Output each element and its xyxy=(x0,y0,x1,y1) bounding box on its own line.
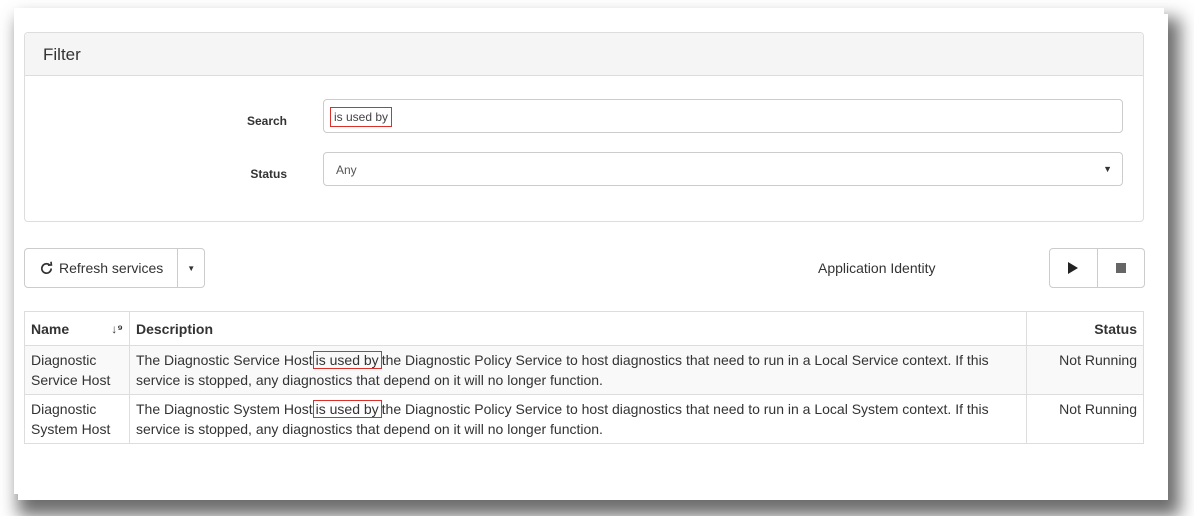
services-table: Name ↓⁹ Description Status Diagnostic Se… xyxy=(24,311,1144,444)
refresh-services-label: Refresh services xyxy=(59,260,164,276)
table-header-row: Name ↓⁹ Description Status xyxy=(24,311,1144,346)
stop-button[interactable] xyxy=(1098,249,1145,287)
filter-panel: Filter Search is used by Status Any ▼ xyxy=(24,32,1144,222)
search-label: Search xyxy=(246,114,287,128)
stop-icon xyxy=(1115,263,1126,273)
description-text: The Diagnostic System Host xyxy=(136,401,313,417)
caret-down-icon: ▼ xyxy=(187,263,196,273)
service-name-cell: Diagnostic System Host xyxy=(24,394,130,444)
service-status-cell: Not Running xyxy=(1026,394,1144,444)
search-value: is used by xyxy=(330,107,393,127)
application-identity-label: Application Identity xyxy=(818,260,936,276)
play-icon xyxy=(1068,262,1079,274)
search-match-highlight: is used by xyxy=(312,400,382,418)
description-column-header[interactable]: Description xyxy=(129,311,1027,346)
status-selected-value: Any xyxy=(336,163,357,177)
refresh-services-button[interactable]: Refresh services xyxy=(25,249,179,287)
status-label: Status xyxy=(250,167,287,181)
name-header-label: Name xyxy=(31,321,70,337)
search-input[interactable]: is used by xyxy=(323,99,1123,133)
service-description-cell: The Diagnostic Service Host is used by the… xyxy=(129,345,1027,395)
service-status-cell: Not Running xyxy=(1026,345,1144,395)
search-match-highlight: is used by xyxy=(312,351,382,369)
status-select[interactable]: Any ▼ xyxy=(323,152,1123,186)
refresh-dropdown-toggle[interactable]: ▼ xyxy=(178,249,204,287)
table-row[interactable]: Diagnostic Service Host The Diagnostic S… xyxy=(24,345,1144,395)
name-column-header[interactable]: Name ↓⁹ xyxy=(24,311,130,346)
refresh-icon xyxy=(39,261,54,276)
services-window: Filter Search is used by Status Any ▼ Re… xyxy=(14,8,1164,494)
description-text: The Diagnostic Service Host xyxy=(136,352,313,368)
service-name-cell: Diagnostic Service Host xyxy=(24,345,130,395)
start-button[interactable] xyxy=(1050,249,1098,287)
table-row[interactable]: Diagnostic System Host The Diagnostic Sy… xyxy=(24,394,1144,444)
service-description-cell: The Diagnostic System Host is used by the … xyxy=(129,394,1027,444)
select-caret-icon: ▼ xyxy=(1103,164,1112,174)
filter-heading: Filter xyxy=(25,33,1143,76)
refresh-button-group: Refresh services ▼ xyxy=(24,248,206,288)
service-control-group xyxy=(1049,248,1145,288)
sort-alpha-down-icon[interactable]: ↓⁹ xyxy=(111,319,123,339)
status-column-header[interactable]: Status xyxy=(1026,311,1144,346)
